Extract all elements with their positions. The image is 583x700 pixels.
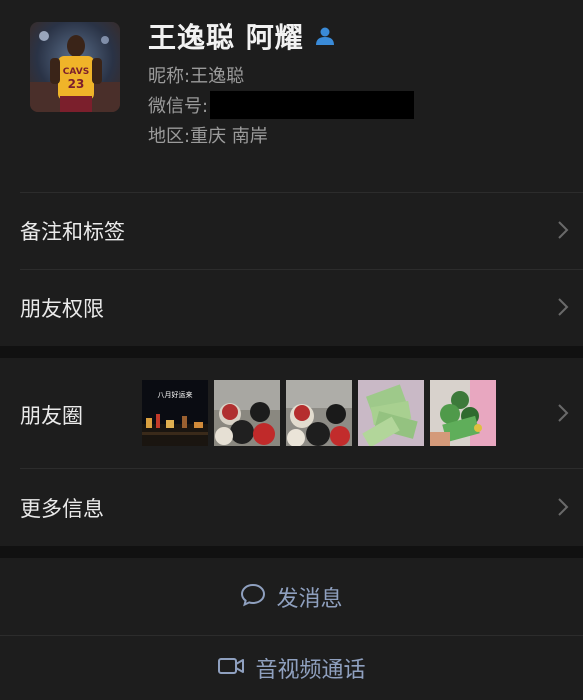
avatar-jersey-text: CAVS — [63, 67, 89, 77]
chevron-right-icon — [557, 497, 569, 521]
video-call-button[interactable]: 音视频通话 — [0, 636, 583, 700]
menu-item-label: 朋友权限 — [20, 297, 104, 321]
divider — [20, 269, 583, 270]
wechat-id-line: 微信号: — [148, 91, 415, 121]
moment-thumb-caption: 八月好运来 — [158, 390, 193, 399]
video-call-label: 音视频通话 — [255, 658, 366, 683]
nickname-value: 王逸聪 — [190, 66, 245, 87]
wechat-id-label: 微信号: — [148, 96, 209, 117]
region-value: 重庆 南岸 — [190, 126, 268, 147]
profile-header: CAVS 23 王逸聪 阿耀 昵称:王逸聪 微信号: 地区:重庆 南岸 — [0, 0, 583, 192]
divider — [20, 192, 583, 193]
moment-thumb-bouquet[interactable] — [430, 380, 496, 446]
video-camera-icon — [217, 656, 245, 680]
menu-item-label: 朋友圈 — [20, 404, 83, 428]
moment-thumb-plush-toys-2[interactable] — [286, 380, 352, 446]
menu-item-label: 更多信息 — [20, 497, 104, 521]
region-line: 地区:重庆 南岸 — [148, 122, 268, 148]
send-message-label: 发消息 — [276, 586, 343, 612]
send-message-button[interactable]: 发消息 — [0, 558, 583, 635]
avatar[interactable]: CAVS 23 — [30, 22, 120, 112]
contact-name: 王逸聪 阿耀 — [148, 21, 304, 54]
menu-item-moments[interactable]: 朋友圈 八月好运来 — [0, 358, 583, 468]
section-gap — [0, 546, 583, 558]
avatar-jersey-number: 23 — [68, 77, 85, 91]
chevron-right-icon — [557, 403, 569, 427]
nickname-label: 昵称: — [148, 66, 191, 87]
menu-item-label: 备注和标签 — [20, 220, 125, 244]
moment-thumb-night-city[interactable]: 八月好运来 — [142, 380, 208, 446]
region-label: 地区: — [148, 126, 191, 147]
divider — [20, 468, 583, 469]
chevron-right-icon — [557, 220, 569, 244]
chat-bubble-icon — [240, 583, 266, 611]
moment-thumb-plush-toys-1[interactable] — [214, 380, 280, 446]
nickname-line: 昵称:王逸聪 — [148, 62, 244, 88]
contact-name-row: 王逸聪 阿耀 — [148, 16, 336, 56]
moments-thumbnails: 八月好运来 — [142, 380, 496, 446]
menu-item-friend-permissions[interactable]: 朋友权限 — [0, 269, 583, 346]
chevron-right-icon — [557, 297, 569, 321]
menu-item-remarks-tags[interactable]: 备注和标签 — [0, 192, 583, 269]
section-gap — [0, 346, 583, 358]
moment-thumb-cash-bills[interactable] — [358, 380, 424, 446]
person-badge-icon — [314, 21, 336, 54]
wechat-id-redacted — [210, 91, 415, 119]
menu-item-more-info[interactable]: 更多信息 — [0, 468, 583, 546]
